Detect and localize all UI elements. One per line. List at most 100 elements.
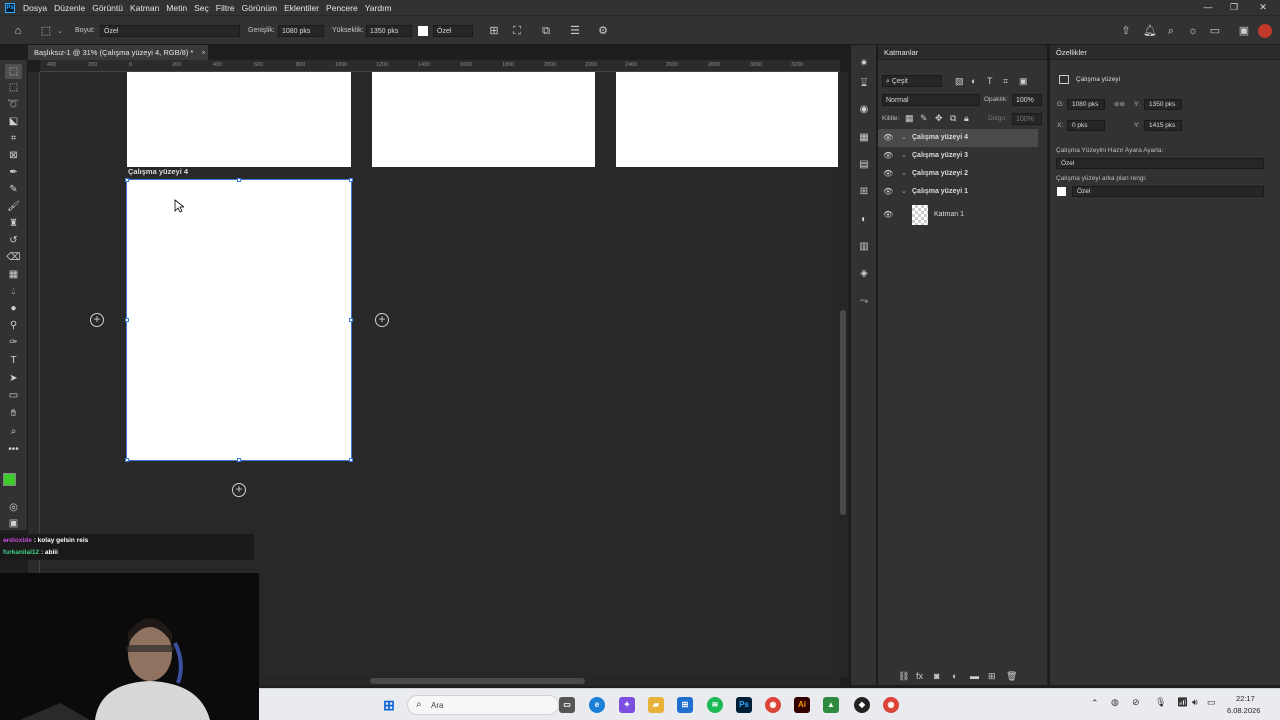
lasso-tool-icon[interactable]: ➰ bbox=[5, 97, 22, 112]
history-icon[interactable]: ⌛︎ bbox=[857, 77, 871, 91]
gradients-icon[interactable]: ▤ bbox=[857, 158, 871, 172]
menu-metin[interactable]: Metin bbox=[166, 3, 187, 13]
foreground-color-swatch[interactable] bbox=[3, 473, 16, 486]
link-layers-icon[interactable]: ⛓︎ bbox=[898, 671, 909, 682]
healing-brush-tool-icon[interactable]: ✎ bbox=[5, 182, 22, 197]
illustrator-icon[interactable]: Ai bbox=[794, 697, 810, 713]
brush-tool-icon[interactable]: 🖌︎ bbox=[5, 199, 22, 214]
add-mask-icon[interactable]: ◙ bbox=[934, 671, 939, 681]
artboard-tool-preset-icon[interactable]: ⬚ bbox=[38, 23, 54, 39]
close-window-button[interactable]: ✕ bbox=[1250, 0, 1276, 15]
photoshop-taskbar-icon[interactable]: Ps bbox=[736, 697, 752, 713]
layer-row-katman-1[interactable]: 👁︎ Katman 1 bbox=[878, 203, 1038, 227]
more-tools-icon[interactable]: ••• bbox=[5, 442, 22, 457]
discover-icon[interactable]: ☼ bbox=[1185, 23, 1201, 39]
crop-tool-icon[interactable]: ⌗ bbox=[5, 131, 22, 146]
settings-gear-icon[interactable]: ⚙ bbox=[595, 23, 611, 39]
blend-mode-select[interactable]: Normal bbox=[882, 94, 980, 106]
menu-dosya[interactable]: Dosya bbox=[23, 3, 47, 13]
dodge-tool-icon[interactable]: ● bbox=[5, 301, 22, 316]
paths-icon[interactable]: ⤳ bbox=[857, 295, 871, 309]
menu-eklentiler[interactable]: Eklentiler bbox=[284, 3, 319, 13]
lock-artboard-icon[interactable]: ⧉ bbox=[950, 113, 956, 124]
type-tool-icon[interactable]: T bbox=[5, 353, 22, 368]
streaming-app-icon[interactable]: ▲ bbox=[823, 697, 839, 713]
new-adjustment-icon[interactable]: ◐ bbox=[952, 671, 957, 681]
menu-katman[interactable]: Katman bbox=[130, 3, 159, 13]
artboard-4-selected[interactable] bbox=[126, 179, 352, 461]
delete-layer-icon[interactable]: 🗑︎ bbox=[1006, 671, 1017, 682]
fx-icon[interactable]: fx bbox=[916, 671, 923, 681]
search-icon[interactable]: ⌕ bbox=[1163, 23, 1179, 39]
layer-filter-select[interactable]: ⌕ Çeşit bbox=[882, 75, 942, 87]
pen-tool-icon[interactable]: ✑ bbox=[5, 335, 22, 350]
app-icon[interactable]: ◆ bbox=[854, 697, 870, 713]
workspace-icon[interactable]: ▭ bbox=[1207, 23, 1223, 39]
artboard-width-input[interactable]: 1080 pks bbox=[1067, 99, 1105, 110]
history-brush-tool-icon[interactable]: ↺ bbox=[5, 233, 22, 248]
blur-tool-icon[interactable]: 💧︎ bbox=[5, 284, 22, 299]
file-explorer-icon[interactable]: ▰ bbox=[648, 697, 664, 713]
windows-start-icon[interactable]: ⊞ bbox=[381, 697, 397, 713]
bg-color-select[interactable]: Özel bbox=[1072, 186, 1264, 197]
new-group-icon[interactable]: ▬ bbox=[970, 671, 979, 681]
eye-icon[interactable]: 👁︎ bbox=[883, 133, 893, 143]
share-icon[interactable]: ⇧ bbox=[1118, 23, 1134, 39]
link-dimensions-icon[interactable]: ⊖⊖ bbox=[1114, 100, 1125, 108]
artboard-tool-icon[interactable]: ⬚ bbox=[5, 64, 22, 79]
preset-select[interactable]: Özel bbox=[1056, 158, 1264, 169]
spotify-icon[interactable]: ≋ bbox=[707, 697, 723, 713]
vertical-scrollbar-thumb[interactable] bbox=[840, 310, 846, 515]
chevron-down-icon[interactable]: ⌄ bbox=[901, 151, 907, 159]
menu-duzenle[interactable]: Düzenle bbox=[54, 3, 85, 13]
battery-icon[interactable]: ▭ bbox=[1207, 697, 1216, 708]
transform-handle[interactable] bbox=[125, 458, 129, 462]
transform-handle[interactable] bbox=[237, 458, 241, 462]
artboard-y-input[interactable]: 1415 pks bbox=[1144, 120, 1182, 131]
menu-gorunum[interactable]: Görünüm bbox=[242, 3, 277, 13]
transform-handle[interactable] bbox=[349, 178, 353, 182]
menu-filtre[interactable]: Filtre bbox=[216, 3, 235, 13]
artboard-height-input[interactable]: 1350 pks bbox=[1144, 99, 1182, 110]
artboard-label[interactable]: Çalışma yüzeyi 4 bbox=[128, 167, 188, 176]
properties-panel-title[interactable]: Özellikler bbox=[1056, 48, 1087, 57]
zoom-lens-tool-icon[interactable]: ⚲ bbox=[5, 318, 22, 333]
volume-icon[interactable]: 🔊︎ bbox=[1192, 697, 1198, 708]
marquee-tool-icon[interactable]: ⬚ bbox=[5, 80, 22, 95]
chevron-down-icon[interactable]: ⌄ bbox=[901, 169, 907, 177]
color-icon[interactable]: ◉ bbox=[857, 103, 871, 117]
add-artboard-icon[interactable]: ⧉ bbox=[538, 23, 554, 39]
quick-mask-icon[interactable]: ◎ bbox=[5, 500, 22, 515]
object-select-tool-icon[interactable]: ⬕ bbox=[5, 114, 22, 129]
eye-icon[interactable]: 👁︎ bbox=[883, 187, 893, 197]
fill-input[interactable]: 100% bbox=[1012, 113, 1042, 125]
gradient-tool-icon[interactable]: ▦ bbox=[5, 267, 22, 282]
wifi-icon[interactable]: 📶︎ bbox=[1177, 697, 1188, 708]
close-tab-icon[interactable]: × bbox=[201, 48, 205, 57]
tray-app-icon[interactable]: ◍ bbox=[1111, 697, 1119, 708]
menu-sec[interactable]: Seç bbox=[194, 3, 209, 13]
filter-pixel-icon[interactable]: ▨ bbox=[955, 76, 964, 87]
microphone-icon[interactable]: 🎙︎ bbox=[1155, 697, 1166, 708]
task-view-icon[interactable]: ▭ bbox=[559, 697, 575, 713]
artboard-2[interactable] bbox=[372, 72, 595, 167]
libraries-icon[interactable]: ▥ bbox=[857, 240, 871, 254]
screen-mode-icon[interactable]: ▣ bbox=[5, 516, 22, 531]
eye-icon[interactable]: 👁︎ bbox=[883, 169, 893, 179]
chrome-icon[interactable]: ◉ bbox=[765, 697, 781, 713]
lock-position-icon[interactable]: ✥ bbox=[935, 113, 943, 124]
home-icon[interactable]: ⌂ bbox=[10, 23, 26, 39]
store-icon[interactable]: ⊞ bbox=[677, 697, 693, 713]
hand-tool-icon[interactable]: ✋︎ bbox=[5, 406, 22, 421]
zoom-tool-icon[interactable]: ⌕ bbox=[5, 424, 22, 439]
layer-row-artboard-4[interactable]: 👁︎ ⌄ Çalışma yüzeyi 4 bbox=[878, 129, 1038, 147]
chrome-profile-icon[interactable]: ◉ bbox=[883, 697, 899, 713]
clock-date[interactable]: 6.08.2026 bbox=[1227, 706, 1260, 715]
eye-icon[interactable]: 👁︎ bbox=[883, 210, 893, 220]
artboard-frame-icon[interactable]: ⛶ bbox=[509, 23, 525, 39]
menu-pencere[interactable]: Pencere bbox=[326, 3, 358, 13]
add-artboard-right-button[interactable]: + bbox=[375, 313, 389, 327]
opacity-input[interactable]: 100% bbox=[1012, 94, 1042, 106]
eye-icon[interactable]: 👁︎ bbox=[883, 151, 893, 161]
lock-pixels-icon[interactable]: ✎ bbox=[920, 113, 928, 124]
